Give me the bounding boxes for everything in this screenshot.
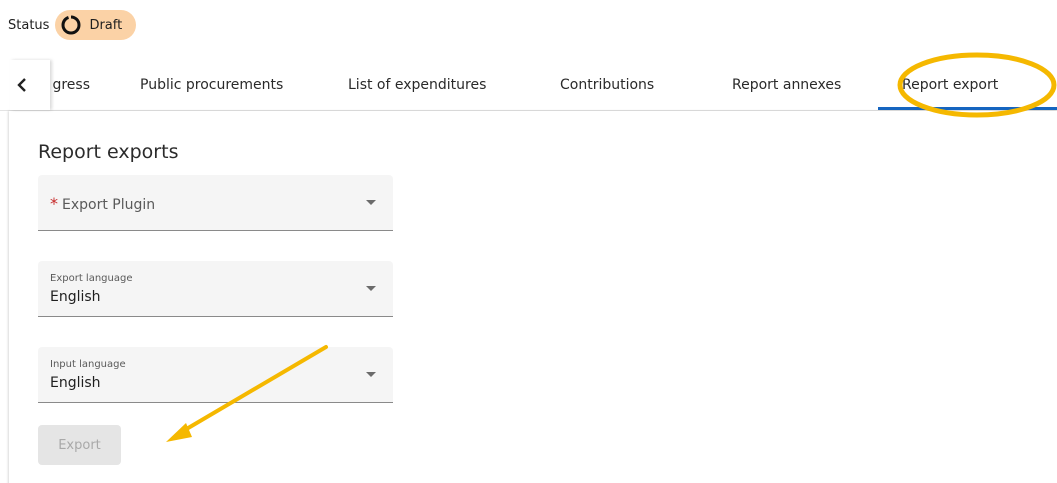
tab-report-export[interactable]: Report export: [902, 60, 998, 110]
report-export-page: Status Draft gress Public procurements L…: [0, 0, 1057, 483]
tab-report-annexes[interactable]: Report annexes: [732, 60, 841, 110]
status-row: Status Draft: [8, 10, 137, 40]
page-title: Report exports: [38, 141, 179, 163]
tab-label: List of expenditures: [348, 77, 487, 93]
export-plugin-label-text: Export Plugin: [62, 197, 156, 213]
export-language-label: Export language: [50, 273, 133, 284]
export-language-value: English: [50, 289, 101, 305]
export-language-select[interactable]: Export language English: [38, 261, 393, 317]
input-language-value: English: [50, 375, 101, 391]
tab-list-of-expenditures[interactable]: List of expenditures: [348, 60, 486, 110]
tab-progress[interactable]: gress: [50, 60, 90, 110]
status-badge: Draft: [55, 10, 137, 40]
tab-contributions[interactable]: Contributions: [560, 60, 654, 110]
active-tab-indicator: [878, 107, 1057, 110]
export-plugin-select[interactable]: * Export Plugin: [38, 175, 393, 231]
tab-label: Public procurements: [140, 77, 284, 93]
report-exports-card: Report exports * Export Plugin Export lan…: [9, 111, 1057, 483]
progress-circle-icon: [61, 15, 81, 35]
export-button[interactable]: Export: [38, 425, 121, 465]
input-language-select[interactable]: Input language English: [38, 347, 393, 403]
export-plugin-label: * Export Plugin: [50, 194, 155, 213]
tab-scroll-back-button[interactable]: [10, 60, 50, 110]
tab-bar: gress Public procurements List of expend…: [0, 60, 1057, 111]
dropdown-arrow-icon: [366, 372, 376, 377]
status-label: Status: [8, 17, 50, 33]
dropdown-arrow-icon: [366, 200, 376, 205]
status-badge-text: Draft: [89, 17, 123, 33]
chevron-left-icon: [17, 78, 26, 92]
input-language-label: Input language: [50, 359, 126, 370]
tab-label: Report annexes: [732, 77, 842, 93]
dropdown-arrow-icon: [366, 286, 376, 291]
tab-public-procurements[interactable]: Public procurements: [140, 60, 283, 110]
tab-label: Report export: [902, 77, 999, 93]
required-marker: *: [50, 194, 58, 213]
tab-progress-label: gress: [52, 77, 90, 93]
tab-label: Contributions: [560, 77, 655, 93]
